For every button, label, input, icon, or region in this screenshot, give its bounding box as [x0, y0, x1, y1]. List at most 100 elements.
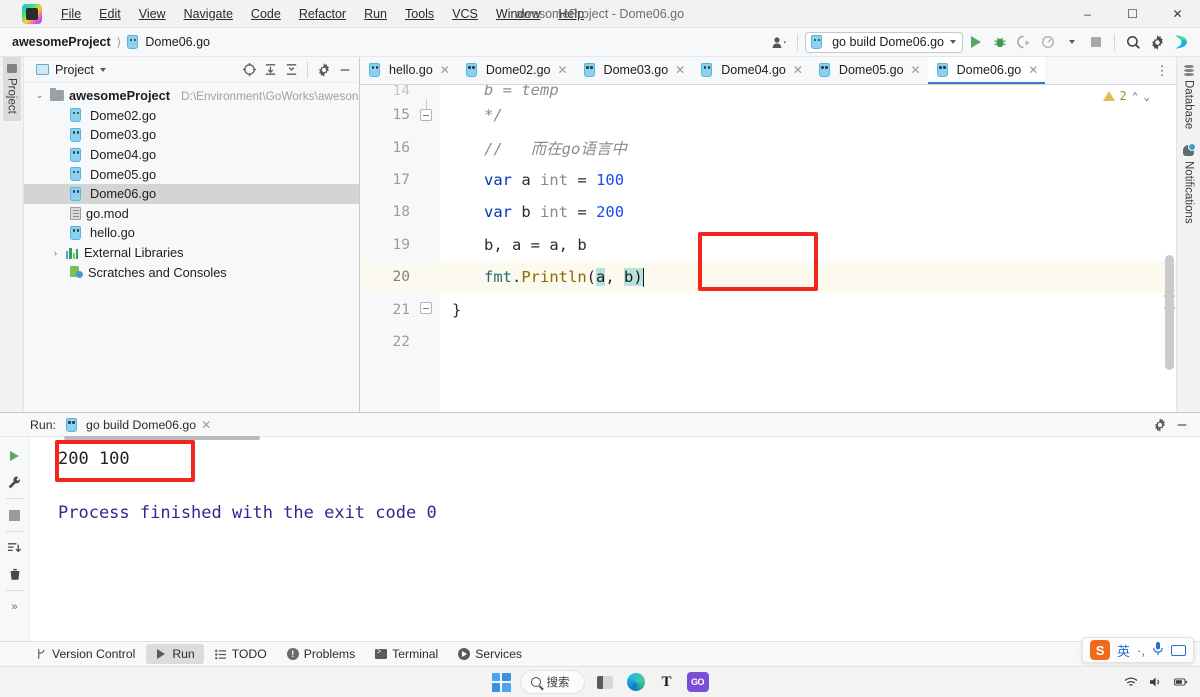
- tree-item-gomod[interactable]: go.mod: [24, 204, 359, 224]
- debug-button[interactable]: [989, 31, 1011, 53]
- sidebar-item-database[interactable]: Database: [1180, 57, 1198, 137]
- ime-punctuation-icon[interactable]: ·,: [1137, 643, 1145, 658]
- close-icon[interactable]: ✕: [675, 63, 685, 77]
- menu-item-file[interactable]: File: [52, 4, 90, 24]
- rerun-button[interactable]: [2, 443, 28, 469]
- expand-toolbar-icon[interactable]: »: [2, 594, 28, 620]
- chevron-down-icon[interactable]: [99, 67, 106, 72]
- settings-icon[interactable]: [1146, 31, 1168, 53]
- status-item-problems[interactable]: ! Problems: [278, 644, 364, 664]
- close-icon[interactable]: ✕: [1028, 63, 1038, 77]
- run-console-output[interactable]: 200 100 Process finished with the exit c…: [30, 436, 1200, 641]
- tree-item-dome03[interactable]: Dome03.go: [24, 125, 359, 145]
- menu-item-tools[interactable]: Tools: [396, 4, 443, 24]
- sidebar-item-project[interactable]: Project: [2, 57, 21, 121]
- chevron-down-icon[interactable]: ⌄: [1143, 90, 1150, 103]
- run-tab-dome06[interactable]: go build Dome06.go ✕: [65, 417, 211, 432]
- menu-item-refactor[interactable]: Refactor: [290, 4, 355, 24]
- menu-item-view[interactable]: View: [130, 4, 175, 24]
- breadcrumb-file[interactable]: Dome06.go: [145, 35, 210, 49]
- fold-marker-comment[interactable]: [420, 109, 432, 121]
- minimize-button[interactable]: –: [1065, 0, 1110, 28]
- tab-dome04-go[interactable]: Dome04.go ✕: [692, 57, 810, 84]
- search-everywhere-icon[interactable]: [1122, 31, 1144, 53]
- menu-item-help[interactable]: Help: [549, 4, 593, 24]
- stop-button[interactable]: [2, 502, 28, 528]
- run-button[interactable]: [965, 31, 987, 53]
- project-window-icon: [36, 64, 49, 75]
- tree-item-external-libraries[interactable]: › External Libraries: [24, 243, 359, 263]
- chevron-up-icon[interactable]: ⌃: [1132, 90, 1139, 103]
- status-item-services[interactable]: Services: [449, 644, 531, 664]
- tree-label: Dome04.go: [90, 147, 157, 163]
- run-with-coverage-button[interactable]: [1013, 31, 1035, 53]
- select-opened-file-icon[interactable]: [239, 60, 259, 80]
- tree-item-dome02[interactable]: Dome02.go: [24, 106, 359, 126]
- close-icon[interactable]: ✕: [201, 418, 211, 432]
- taskbar-search-box[interactable]: 搜索: [519, 670, 585, 694]
- menu-item-code[interactable]: Code: [242, 4, 290, 24]
- inspection-widget[interactable]: 2 ⌃ ⌄: [1102, 89, 1150, 103]
- tab-dome02-go[interactable]: Dome02.go ✕: [457, 57, 575, 84]
- tree-item-awesomeproject[interactable]: ⌄ awesomeProject D:\Environment\GoWorks\…: [24, 86, 359, 106]
- menu-item-edit[interactable]: Edit: [90, 4, 130, 24]
- maximize-button[interactable]: ☐: [1110, 0, 1155, 28]
- start-icon[interactable]: [491, 672, 511, 692]
- collapse-all-icon[interactable]: [281, 60, 301, 80]
- text-app-icon[interactable]: T: [656, 671, 678, 693]
- status-item-version-control[interactable]: Version Control: [26, 644, 144, 664]
- keyboard-icon[interactable]: [1171, 644, 1186, 656]
- project-settings-icon[interactable]: [314, 60, 334, 80]
- tree-item-dome06[interactable]: Dome06.go: [24, 183, 359, 204]
- toolbar-divider-2: [5, 531, 24, 532]
- profiler-button[interactable]: [1037, 31, 1059, 53]
- run-settings-icon[interactable]: [1150, 415, 1170, 435]
- expand-all-icon[interactable]: [260, 60, 280, 80]
- close-icon[interactable]: ✕: [440, 63, 450, 77]
- tab-dome03-go[interactable]: Dome03.go ✕: [575, 57, 693, 84]
- more-tabs-icon[interactable]: ⋮: [1152, 61, 1172, 81]
- scroll-to-end-button[interactable]: [2, 535, 28, 561]
- hide-panel-icon[interactable]: [335, 60, 355, 80]
- ime-mode-label[interactable]: 英: [1117, 641, 1130, 660]
- file-explorer-icon[interactable]: [594, 671, 616, 693]
- hide-run-panel-icon[interactable]: [1172, 415, 1192, 435]
- close-icon[interactable]: ✕: [911, 63, 921, 77]
- status-item-todo[interactable]: TODO: [206, 644, 276, 664]
- menu-item-window[interactable]: Window: [487, 4, 549, 24]
- goland-icon[interactable]: GO: [686, 671, 709, 693]
- tree-item-dome05[interactable]: Dome05.go: [24, 164, 359, 184]
- status-item-run[interactable]: Run: [146, 644, 204, 664]
- menu-item-vcs[interactable]: VCS: [443, 4, 487, 24]
- sogou-logo-icon[interactable]: S: [1090, 640, 1111, 660]
- breadcrumb-project[interactable]: awesomeProject: [12, 35, 111, 49]
- chevron-down-icon[interactable]: ⌄: [34, 90, 45, 101]
- stop-button[interactable]: [1085, 31, 1107, 53]
- tab-dome06-go[interactable]: Dome06.go ✕: [927, 57, 1046, 84]
- ide-updates-icon[interactable]: [1170, 31, 1192, 53]
- status-item-terminal[interactable]: Terminal: [366, 644, 447, 664]
- clear-all-button[interactable]: [2, 561, 28, 587]
- user-settings-icon[interactable]: [768, 31, 790, 53]
- tab-hello-go[interactable]: hello.go ✕: [360, 57, 457, 84]
- sidebar-item-notifications[interactable]: Notifications: [1180, 137, 1198, 232]
- voice-input-icon[interactable]: [1152, 641, 1164, 659]
- menu-item-run[interactable]: Run: [355, 4, 396, 24]
- edit-configuration-button[interactable]: [2, 469, 28, 495]
- close-icon[interactable]: ✕: [793, 63, 803, 77]
- tree-item-scratches[interactable]: Scratches and Consoles: [24, 262, 359, 282]
- profiler-dropdown-icon[interactable]: [1061, 31, 1083, 53]
- chevron-right-icon[interactable]: ›: [50, 248, 61, 258]
- editor-vertical-scrollbar[interactable]: [1165, 255, 1174, 370]
- fold-marker-func[interactable]: [420, 302, 432, 314]
- tree-item-dome04[interactable]: Dome04.go: [24, 145, 359, 165]
- close-icon[interactable]: ✕: [557, 63, 567, 77]
- toolbar-divider: [5, 498, 24, 499]
- console-horizontal-scrollbar[interactable]: [64, 436, 260, 440]
- menu-item-navigate[interactable]: Navigate: [175, 4, 242, 24]
- tab-dome05-go[interactable]: Dome05.go ✕: [810, 57, 928, 84]
- edge-icon[interactable]: [625, 671, 647, 693]
- run-configuration-selector[interactable]: go build Dome06.go: [805, 31, 963, 53]
- close-button[interactable]: ✕: [1155, 0, 1200, 28]
- tree-item-hello[interactable]: hello.go: [24, 223, 359, 243]
